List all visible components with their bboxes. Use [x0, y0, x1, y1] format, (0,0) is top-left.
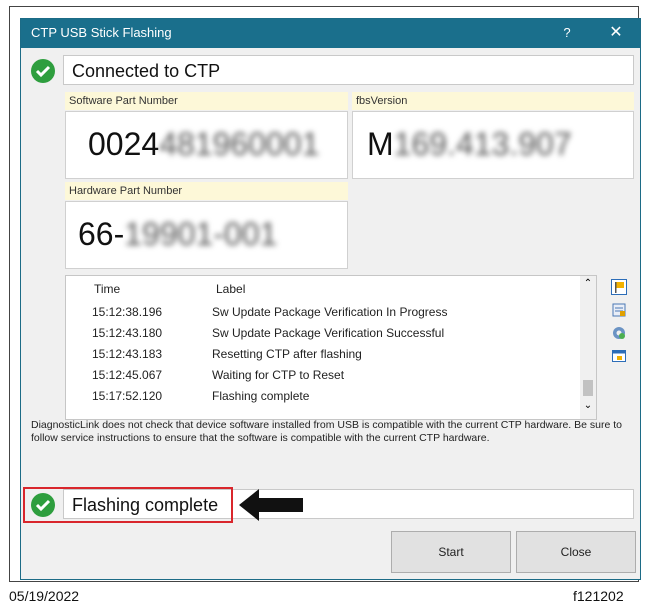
help-button[interactable]: ? — [557, 23, 577, 43]
fbs-version-label: fbsVersion — [352, 92, 634, 110]
footer-date: 05/19/2022 — [9, 588, 80, 604]
hardware-part-field: 66-19901-001 — [65, 201, 348, 269]
log-label: Flashing complete — [212, 389, 310, 403]
highlight-box — [23, 487, 233, 523]
connection-status-text: Connected to CTP — [72, 61, 221, 81]
scroll-thumb[interactable] — [583, 380, 593, 396]
connection-status-row: Connected to CTP — [31, 55, 634, 87]
flashing-dialog: CTP USB Stick Flashing ? ✕ Connected to … — [20, 18, 641, 580]
scroll-up-arrow-icon[interactable]: ⌃ — [580, 278, 596, 292]
log-label: Waiting for CTP to Reset — [212, 368, 345, 382]
hardware-part-label: Hardware Part Number — [65, 182, 348, 200]
log-label: Resetting CTP after flashing — [212, 347, 362, 361]
log-row[interactable]: 15:17:52.120 Flashing complete — [66, 386, 576, 406]
window-title: CTP USB Stick Flashing — [31, 25, 172, 40]
left-arrow-icon — [239, 489, 303, 521]
log-scrollbar[interactable]: ⌃ ⌄ — [580, 276, 596, 419]
start-button[interactable]: Start — [391, 531, 511, 573]
log-time: 15:12:45.067 — [92, 368, 163, 382]
software-part-label: Software Part Number — [65, 92, 348, 110]
column-header-time[interactable]: Time — [94, 282, 120, 296]
settings-icon[interactable] — [611, 325, 627, 341]
log-row[interactable]: 15:12:45.067 Waiting for CTP to Reset — [66, 365, 576, 385]
log-time: 15:17:52.120 — [92, 389, 163, 403]
scroll-down-arrow-icon[interactable]: ⌄ — [580, 400, 596, 414]
log-time: 15:12:43.183 — [92, 347, 163, 361]
log-time: 15:12:38.196 — [92, 305, 163, 319]
close-window-button[interactable]: ✕ — [605, 22, 627, 44]
flash-log-list[interactable]: Time Label 15:12:38.196 Sw Update Package… — [65, 275, 597, 420]
notes-icon[interactable] — [611, 302, 627, 318]
figure-id: f121202 — [573, 588, 624, 604]
compatibility-warning: DiagnosticLink does not check that devic… — [31, 419, 623, 444]
log-time: 15:12:43.180 — [92, 326, 163, 340]
software-part-field: 0024481960001 — [65, 111, 348, 179]
log-label: Sw Update Package Verification In Progre… — [212, 305, 448, 319]
software-part-value: 0024481960001 — [88, 126, 320, 162]
flag-icon[interactable] — [611, 279, 627, 295]
fbs-version-redacted: 169.413.907 — [393, 126, 572, 162]
log-row[interactable]: 15:12:38.196 Sw Update Package Verificati… — [66, 302, 576, 322]
window-icon[interactable] — [611, 348, 627, 364]
software-part-redacted: 481960001 — [159, 126, 320, 162]
check-icon — [31, 59, 55, 83]
hardware-part-value: 66-19901-001 — [78, 216, 278, 252]
log-row[interactable]: 15:12:43.180 Sw Update Package Verificati… — [66, 323, 576, 343]
hardware-part-redacted: 19901-001 — [124, 216, 278, 252]
title-bar: CTP USB Stick Flashing ? ✕ — [21, 19, 640, 48]
fbs-version-value: M169.413.907 — [367, 126, 572, 162]
log-label: Sw Update Package Verification Successfu… — [212, 326, 445, 340]
connection-status-field: Connected to CTP — [63, 55, 634, 85]
fbs-version-field: M169.413.907 — [352, 111, 634, 179]
column-header-label[interactable]: Label — [216, 282, 245, 296]
close-button[interactable]: Close — [516, 531, 636, 573]
log-row[interactable]: 15:12:43.183 Resetting CTP after flashing — [66, 344, 576, 364]
